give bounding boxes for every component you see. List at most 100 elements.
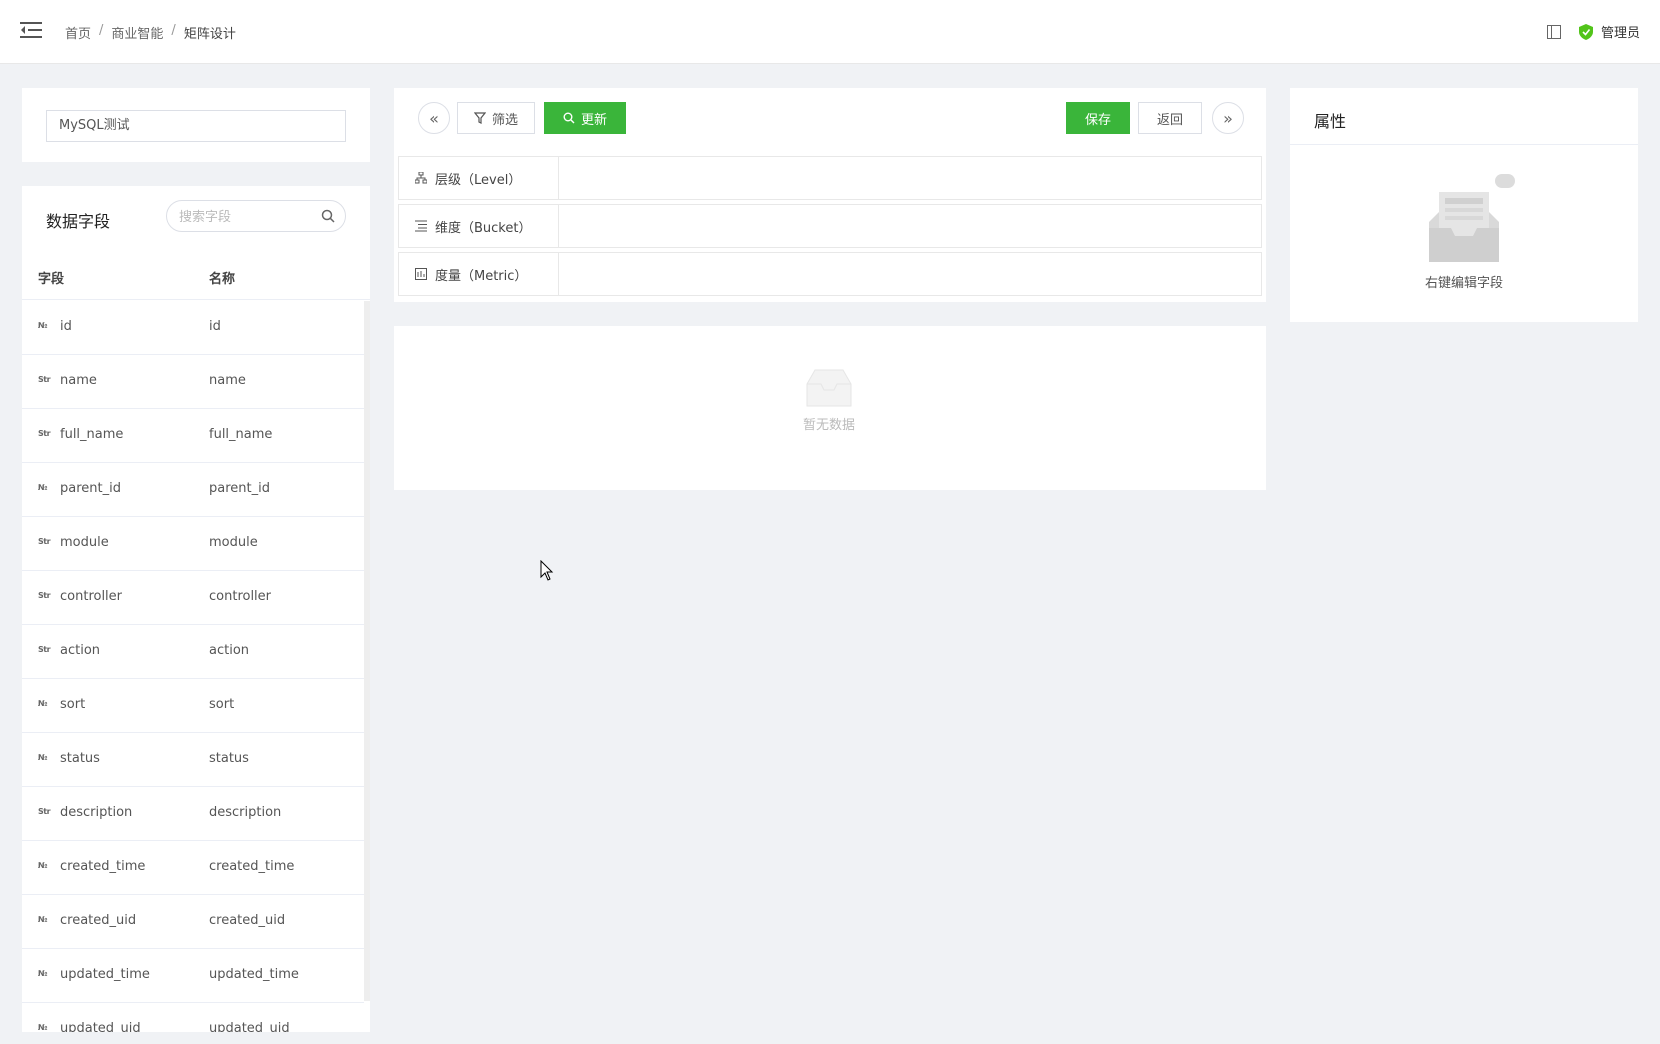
field-row[interactable]: Str full_name full_name [22,409,364,463]
list-icon [415,220,427,232]
field-key: action [60,643,101,658]
field-type-icon: № [38,1023,48,1032]
result-panel: 暂无数据 [394,326,1266,490]
field-type-icon: Str [38,375,51,384]
metric-label: 度量（Metric） [435,268,528,284]
save-button[interactable]: 保存 [1066,102,1130,134]
user-menu[interactable]: 管理员 [1578,22,1640,41]
field-row[interactable]: № updated_time updated_time [22,949,364,1003]
field-key: full_name [60,427,124,442]
field-row[interactable]: Str description description [22,787,364,841]
field-key: created_time [60,859,146,874]
expand-right-button[interactable]: » [1212,102,1244,134]
search-icon [563,112,575,124]
field-key: status [60,751,100,766]
field-type-icon: № [38,321,48,330]
field-row[interactable]: Str action action [22,625,364,679]
breadcrumb-separator: / [171,23,176,38]
field-row[interactable]: № parent_id parent_id [22,463,364,517]
field-type-icon: Str [38,807,51,816]
refresh-button[interactable]: 更新 [544,102,626,134]
breadcrumb-current: 矩阵设计 [183,27,236,42]
fullscreen-icon[interactable] [1546,24,1561,39]
username: 管理员 [1600,26,1640,41]
field-name: action [209,643,250,658]
field-key: module [60,535,109,550]
divider [1290,144,1638,145]
field-name: updated_uid [209,1021,290,1032]
field-type-icon: № [38,861,48,870]
level-drop-zone[interactable]: 层级（Level） [398,156,1262,200]
fields-table-header: 字段 名称 [22,250,370,300]
metric-drop-zone[interactable]: 度量（Metric） [398,252,1262,296]
collapse-left-button[interactable]: « [418,102,450,134]
inbox-illustration-icon [1429,174,1515,262]
field-row[interactable]: Str controller controller [22,571,364,625]
datasource-select[interactable]: MySQL测试 [46,110,346,142]
field-row[interactable]: № id id [22,301,364,355]
fields-panel-title: 数据字段 [46,212,111,231]
field-name: id [209,319,221,334]
field-row[interactable]: № updated_uid updated_uid [22,1003,364,1032]
bucket-drop-zone[interactable]: 维度（Bucket） [398,204,1262,248]
back-button[interactable]: 返回 [1138,102,1202,134]
level-label: 层级（Level） [435,172,522,188]
scrollbar[interactable] [364,301,370,1001]
field-key: description [60,805,133,820]
field-type-icon: № [38,915,48,924]
field-type-icon: № [38,699,48,708]
mouse-cursor-icon [540,560,554,581]
field-row[interactable]: Str name name [22,355,364,409]
field-key: parent_id [60,481,121,496]
menu-fold-icon[interactable] [20,20,42,40]
field-name: updated_time [209,967,299,982]
col-header-field: 字段 [38,272,65,287]
search-icon[interactable] [321,209,335,223]
top-header: 首页 / 商业智能 / 矩阵设计 管理员 [0,0,1660,64]
field-key: controller [60,589,123,604]
properties-empty-state: 右键编辑字段 [1404,168,1524,291]
field-row[interactable]: Str module module [22,517,364,571]
field-type-icon: № [38,969,48,978]
field-row[interactable]: № created_uid created_uid [22,895,364,949]
properties-empty-text: 右键编辑字段 [1424,276,1503,291]
field-search-input[interactable] [179,207,319,227]
hierarchy-icon [415,172,427,184]
field-name: full_name [209,427,273,442]
field-name: status [209,751,249,766]
field-type-icon: № [38,753,48,762]
field-name: name [209,373,246,388]
field-row[interactable]: № status status [22,733,364,787]
field-name: created_uid [209,913,286,928]
field-type-icon: № [38,483,48,492]
field-key: updated_time [60,967,150,982]
field-key: sort [60,697,86,712]
breadcrumb-separator: / [99,23,104,38]
field-key: created_uid [60,913,137,928]
field-name: created_time [209,859,295,874]
breadcrumb-home[interactable]: 首页 [65,23,91,42]
breadcrumb-bi[interactable]: 商业智能 [111,23,163,42]
field-type-icon: Str [38,429,51,438]
field-type-icon: Str [38,591,51,600]
data-fields-panel: 数据字段 字段 名称 №ididStrnamenameStrfull_namef… [22,186,370,1032]
filter-button[interactable]: 筛选 [457,102,535,134]
properties-panel: 属性 右键编辑字段 [1290,88,1638,322]
filter-label: 筛选 [491,112,518,128]
fields-table-body: № id id Str name name Str full_name full_name № pa… [22,301,364,1032]
field-row[interactable]: № sort sort [22,679,364,733]
empty-state: 暂无数据 [784,366,874,433]
properties-title: 属性 [1314,112,1347,131]
matrix-designer-panel: « 筛选 更新 保存 返回 » 层级（Level） 维度（Bucket） 度量（… [394,88,1266,302]
shield-icon [1578,23,1593,40]
field-name: controller [209,589,272,604]
field-search[interactable] [166,200,346,232]
datasource-panel: MySQL测试 [22,88,370,162]
field-key: name [60,373,97,388]
field-row[interactable]: № created_time created_time [22,841,364,895]
field-name: parent_id [209,481,270,496]
empty-text: 暂无数据 [802,418,855,433]
field-name: sort [209,697,235,712]
bucket-label: 维度（Bucket） [435,220,532,236]
breadcrumb: 首页 / 商业智能 / 矩阵设计 [65,23,236,42]
